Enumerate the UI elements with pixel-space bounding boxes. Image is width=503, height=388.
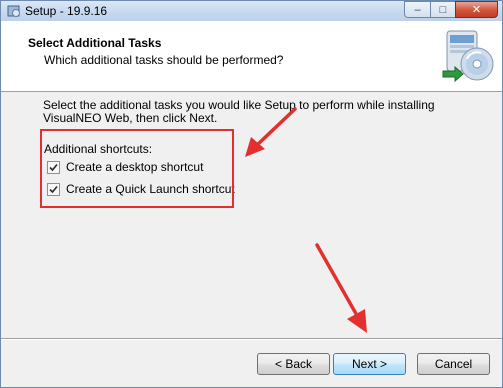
next-button[interactable]: Next > <box>333 353 406 375</box>
wizard-header: Select Additional Tasks Which additional… <box>1 21 502 92</box>
minimize-button[interactable]: – <box>404 1 430 18</box>
annotation-arrow-icon <box>315 243 367 333</box>
annotation-highlight-box <box>40 129 234 208</box>
setup-window: Setup - 19.9.16 – □ ✕ Select Additional … <box>0 0 503 388</box>
annotation-arrow-icon <box>245 107 297 157</box>
footer-separator <box>1 338 502 340</box>
page-title: Select Additional Tasks <box>28 36 162 50</box>
back-button[interactable]: < Back <box>257 353 330 375</box>
close-button[interactable]: ✕ <box>455 1 498 18</box>
title-bar[interactable]: Setup - 19.9.16 – □ ✕ <box>1 1 502 21</box>
caption-buttons: – □ ✕ <box>404 1 498 19</box>
maximize-button[interactable]: □ <box>430 1 455 18</box>
setup-app-icon <box>7 5 20 17</box>
page-subtitle: Which additional tasks should be perform… <box>44 53 284 67</box>
cancel-button[interactable]: Cancel <box>417 353 490 375</box>
window-title: Setup - 19.9.16 <box>25 4 108 18</box>
setup-disc-icon <box>442 30 494 83</box>
